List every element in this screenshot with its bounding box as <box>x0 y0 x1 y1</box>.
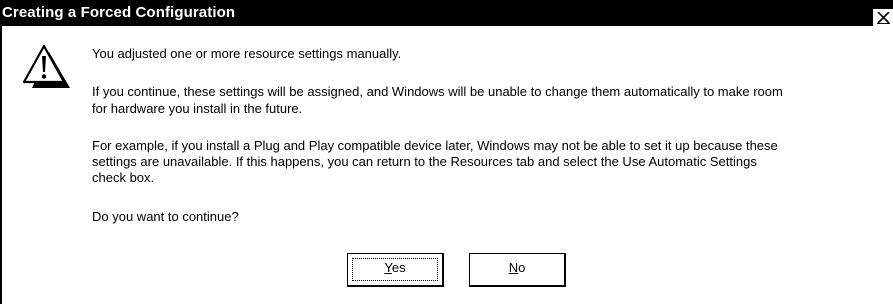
message-line: You adjusted one or more resource settin… <box>92 46 402 61</box>
no-button-label: No <box>509 260 526 275</box>
close-icon <box>877 12 890 24</box>
window-left-border <box>0 26 2 304</box>
yes-button-label: Yes <box>384 260 405 275</box>
no-button[interactable]: No <box>469 253 566 287</box>
close-button[interactable] <box>873 9 893 26</box>
dialog-title: Creating a Forced Configuration <box>2 4 236 21</box>
warning-icon <box>20 43 72 89</box>
yes-label-rest: es <box>391 260 406 275</box>
confirm-question: Do you want to continue? <box>92 209 239 224</box>
forced-configuration-dialog: Creating a Forced Configuration You adju… <box>0 0 893 304</box>
no-label-rest: o <box>518 260 526 275</box>
message-line: If you continue, these settings will be … <box>92 84 783 99</box>
message-line: settings are unavailable. If this happen… <box>92 154 757 169</box>
title-bar[interactable]: Creating a Forced Configuration <box>0 0 893 26</box>
yes-button[interactable]: Yes <box>347 253 444 287</box>
message-line: for hardware you install in the future. <box>92 101 303 116</box>
yes-mnemonic: Y <box>384 260 392 275</box>
message-line: For example, if you install a Plug and P… <box>92 138 778 153</box>
no-mnemonic: N <box>508 260 519 275</box>
message-line: check box. <box>92 170 155 185</box>
